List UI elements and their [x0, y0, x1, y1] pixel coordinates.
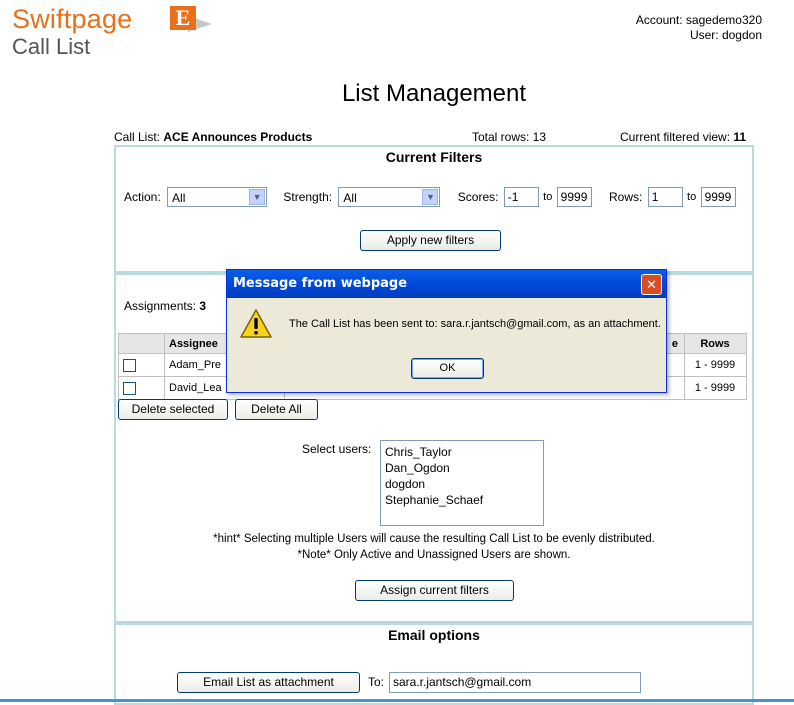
warning-icon: [239, 308, 273, 343]
filtered-view-value: 11: [733, 130, 747, 144]
filter-row: Action: All ▼ Strength: All ▼ Scores: -1…: [124, 187, 736, 207]
email-list-button[interactable]: Email List as attachment: [177, 672, 360, 693]
rows-cell: 1 - 9999: [684, 376, 747, 400]
action-label: Action:: [124, 190, 161, 204]
select-users-label: Select users:: [302, 442, 372, 456]
message-dialog: Message from webpage ✕ The Call List has…: [226, 269, 667, 393]
rows-cell: 1 - 9999: [684, 353, 747, 377]
rows-to-input[interactable]: 9999: [700, 187, 736, 207]
action-select[interactable]: All ▼: [167, 187, 268, 207]
column-rows: Rows: [684, 333, 747, 354]
scores-label: Scores:: [457, 190, 499, 204]
email-options-panel: Email options Email List as attachment T…: [114, 623, 754, 705]
scores-to-label: to: [543, 191, 553, 203]
app-subtitle: Call List: [12, 34, 91, 59]
hint-text: *hint* Selecting multiple Users will cau…: [213, 533, 655, 545]
row-checkbox[interactable]: [123, 381, 136, 395]
delete-all-button[interactable]: Delete All: [235, 399, 318, 420]
chevron-down-icon: ▼: [422, 189, 439, 205]
user-option[interactable]: Chris_Taylor: [385, 444, 539, 460]
filters-title: Current Filters: [385, 149, 483, 165]
scores-to-input[interactable]: 9999: [556, 187, 592, 207]
filtered-view-label: Current filtered view:: [620, 130, 731, 144]
ok-button[interactable]: OK: [411, 358, 484, 379]
strength-label: Strength:: [283, 190, 333, 204]
dialog-title: Message from webpage: [227, 270, 666, 298]
user-option[interactable]: dogdon: [385, 476, 539, 492]
users-listbox[interactable]: Chris_Taylor Dan_Ogdon dogdon Stephanie_…: [380, 440, 544, 526]
call-list-info: Call List: ACE Announces Products: [114, 130, 312, 144]
column-select: [118, 333, 165, 354]
rows-to-label: to: [687, 191, 697, 203]
user-option[interactable]: Dan_Ogdon: [385, 460, 539, 476]
assignments-value: 3: [199, 299, 207, 313]
email-options-title: Email options: [388, 627, 480, 643]
strength-select[interactable]: All ▼: [338, 187, 441, 207]
rows-label: Rows:: [609, 190, 643, 204]
rows-from-input[interactable]: 1: [647, 187, 683, 207]
delete-selected-button[interactable]: Delete selected: [118, 399, 228, 420]
total-rows: Total rows: 13: [472, 130, 547, 144]
action-select-value: All: [172, 190, 186, 205]
assign-hints: *hint* Selecting multiple Users will cau…: [116, 531, 752, 563]
apply-filters-button[interactable]: Apply new filters: [360, 230, 501, 251]
note-text: *Note* Only Active and Unassigned Users …: [297, 549, 571, 561]
email-to-input[interactable]: sara.r.jantsch@gmail.com: [389, 672, 641, 693]
dialog-message: The Call List has been sent to: sara.r.j…: [289, 318, 661, 330]
email-to-label: To:: [368, 675, 385, 689]
close-icon[interactable]: ✕: [641, 274, 662, 295]
strength-select-value: All: [343, 190, 357, 205]
assignments-count: Assignments: 3: [124, 299, 206, 313]
filtered-view: Current filtered view: 11: [620, 130, 746, 144]
chevron-down-icon: ▼: [249, 189, 266, 205]
user-option[interactable]: Stephanie_Schaef: [385, 492, 539, 508]
account-info: Account: sagedemo320 User: dogdon: [636, 13, 762, 43]
current-filters-panel: Current Filters Action: All ▼ Strength: …: [114, 145, 754, 273]
assign-filters-button[interactable]: Assign current filters: [355, 580, 514, 601]
brand-mark-icon: E: [170, 6, 196, 30]
row-checkbox[interactable]: [123, 358, 136, 372]
user-name: User: dogdon: [689, 28, 762, 42]
assignments-label: Assignments:: [124, 299, 197, 313]
call-list-name: ACE Announces Products: [163, 130, 313, 144]
account-name: Account: sagedemo320: [635, 13, 762, 27]
call-list-label: Call List:: [114, 130, 161, 144]
brand-name: Swiftpage: [12, 4, 133, 34]
scores-from-input[interactable]: -1: [503, 187, 539, 207]
page-title: List Management: [341, 80, 527, 107]
